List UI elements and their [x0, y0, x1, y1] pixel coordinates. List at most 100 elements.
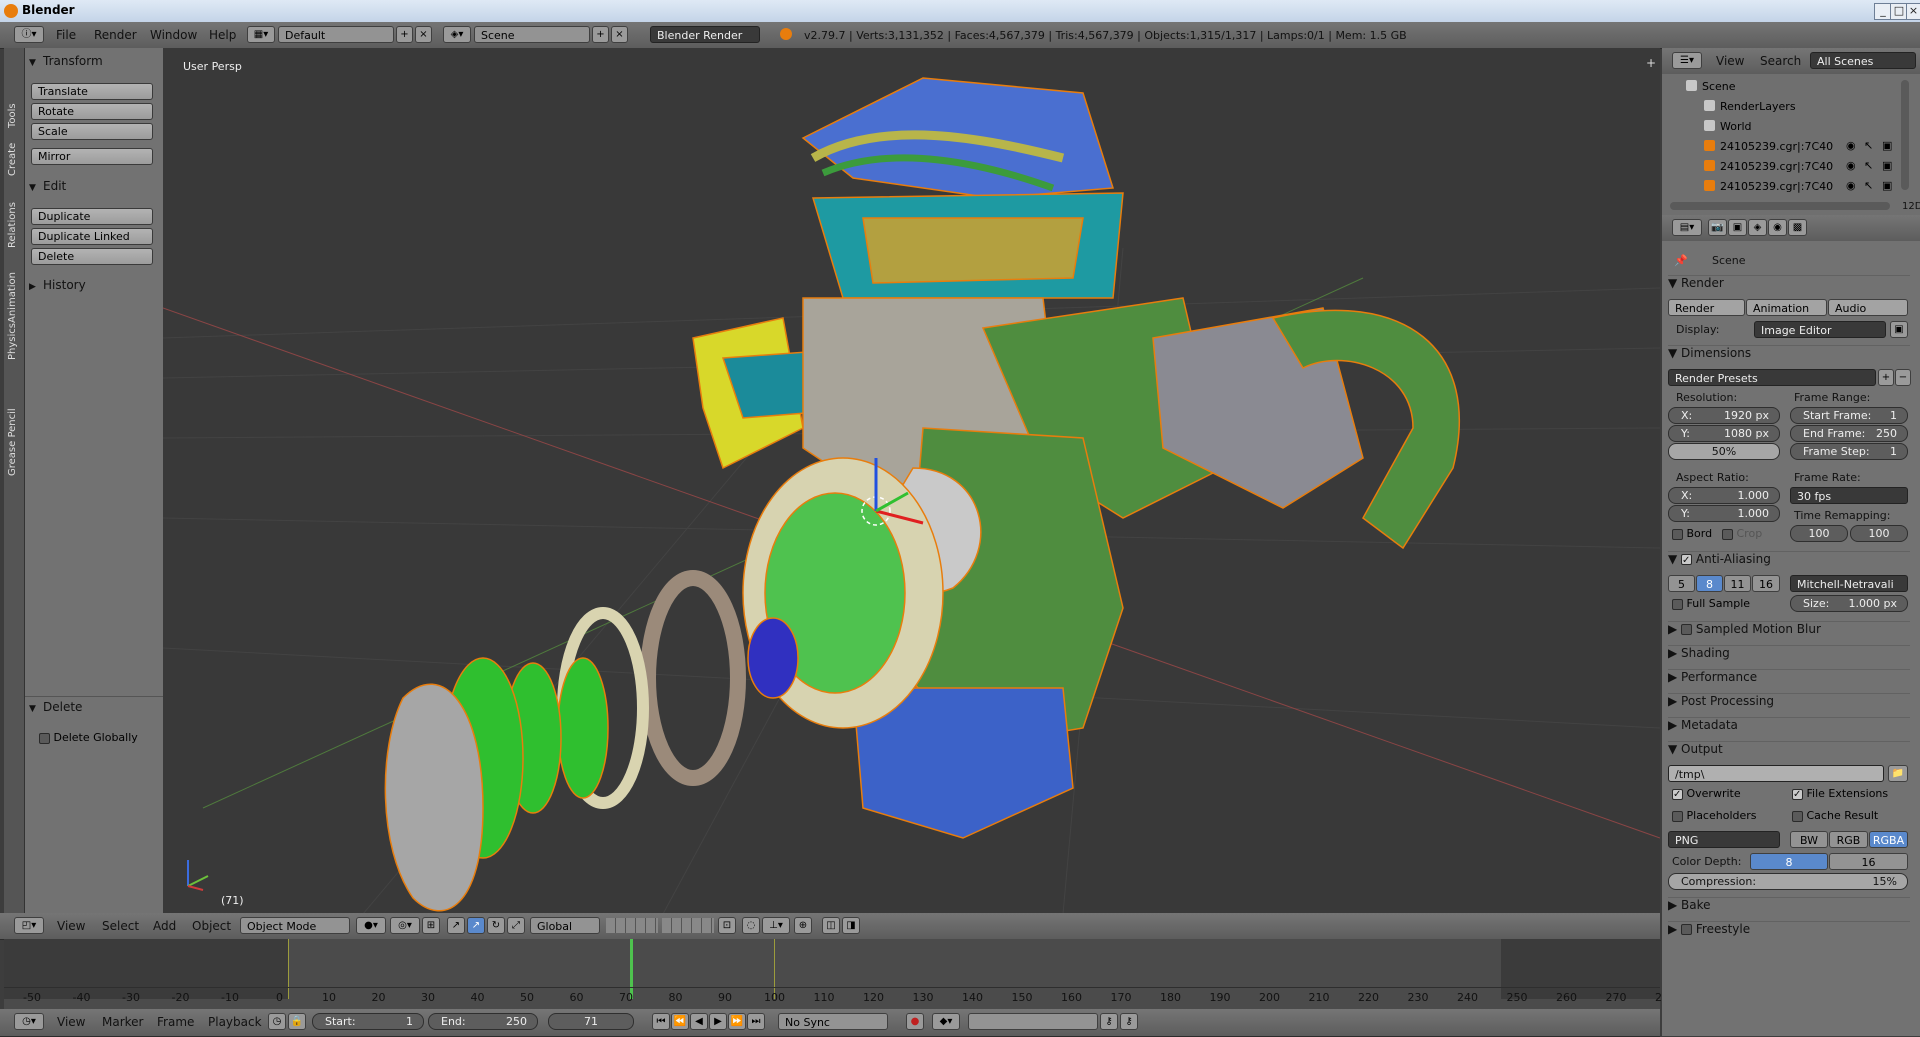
frame-step-field[interactable]: Frame Step: 1 [1790, 443, 1908, 460]
world-context-icon[interactable]: ◉ [1768, 219, 1787, 236]
outliner-item[interactable]: World [1662, 118, 1902, 136]
aa-samples-8[interactable]: 8 [1696, 575, 1723, 592]
engine-model[interactable] [692, 77, 1460, 839]
render-engine-dropdown[interactable]: Blender Render [650, 26, 760, 43]
render-context-icon[interactable]: 📷 [1708, 219, 1727, 236]
panel-history-header[interactable]: ▶ History [29, 278, 161, 296]
insert-keyframe-icon[interactable]: ⚷ [1100, 1013, 1118, 1030]
panel-bake-header[interactable]: ▶ Bake [1668, 897, 1910, 918]
output-path-field[interactable]: /tmp\ [1668, 765, 1884, 782]
play-icon[interactable]: ▶ [709, 1013, 727, 1030]
menu-playback[interactable]: Playback [208, 1015, 262, 1029]
menu-render[interactable]: Render [94, 28, 137, 42]
panel-shading-header[interactable]: ▶ Shading [1668, 645, 1910, 666]
panel-dimensions-header[interactable]: ▼ Dimensions [1668, 345, 1910, 366]
end-frame-field[interactable]: End Frame: 250 [1790, 425, 1908, 442]
scale-button[interactable]: Scale [31, 123, 153, 140]
viewport-shading-icon[interactable]: ●▾ [356, 917, 386, 934]
render-window-icon[interactable]: ▣ [1890, 321, 1908, 338]
aspect-x-field[interactable]: X: 1.000 [1668, 487, 1780, 504]
panel-transform-header[interactable]: ▼ Transform [29, 54, 161, 72]
animation-button[interactable]: Animation [1746, 299, 1827, 316]
resolution-percentage-slider[interactable]: 50% [1668, 443, 1780, 460]
horizontal-scrollbar[interactable] [1670, 202, 1890, 210]
opengl-render-icon[interactable]: ◨ [842, 917, 860, 934]
jump-end-icon[interactable]: ⏭ [747, 1013, 765, 1030]
close-button[interactable]: × [1906, 3, 1920, 20]
layer-buttons[interactable] [606, 918, 658, 933]
menu-frame[interactable]: Frame [157, 1015, 194, 1029]
layer-icon[interactable]: ⊞ [422, 917, 440, 934]
file-extensions-checkbox[interactable]: File Extensions [1792, 787, 1888, 800]
audio-button[interactable]: Audio [1828, 299, 1908, 316]
menu-object[interactable]: Object [192, 919, 231, 933]
color-depth-8[interactable]: 8 [1750, 853, 1828, 870]
color-bw-button[interactable]: BW [1790, 831, 1828, 848]
manipulator-icon[interactable]: ↗ [447, 917, 465, 934]
full-sample-checkbox[interactable]: Full Sample [1672, 597, 1750, 610]
render-presets-dropdown[interactable]: Render Presets [1668, 369, 1876, 386]
outliner-item[interactable]: Scene [1662, 78, 1902, 96]
compression-slider[interactable]: Compression: 15% [1668, 873, 1908, 890]
texture-context-icon[interactable]: ▩ [1788, 219, 1807, 236]
scene-field[interactable]: Scene [474, 26, 590, 43]
menu-help[interactable]: Help [209, 28, 236, 42]
rotate-manipulator-icon[interactable]: ↻ [487, 917, 505, 934]
playhead[interactable] [630, 939, 633, 999]
object-mode-dropdown[interactable]: Object Mode [240, 917, 350, 934]
visibility-eye-icon[interactable]: ◉ [1846, 139, 1856, 152]
outliner-item[interactable]: RenderLayers [1662, 98, 1902, 116]
render-button[interactable]: Render [1668, 299, 1745, 316]
snap-element-icon[interactable]: ⊥▾ [762, 917, 790, 934]
outliner-item[interactable]: 24105239.cgr|:7C40 ◉ ↖ ▣ [1662, 158, 1902, 176]
visibility-eye-icon[interactable]: ◉ [1846, 159, 1856, 172]
remove-screen-button[interactable]: × [415, 26, 432, 43]
sync-mode-dropdown[interactable]: No Sync [778, 1013, 888, 1030]
duplicate-button[interactable]: Duplicate [31, 208, 153, 225]
keying-set-field[interactable] [968, 1013, 1098, 1030]
menu-add[interactable]: Add [153, 919, 176, 933]
editor-type-icon[interactable]: ☰▾ [1672, 52, 1702, 69]
aa-samples-5[interactable]: 5 [1668, 575, 1695, 592]
time-remap-new-field[interactable]: 100 [1850, 525, 1908, 542]
pivot-point-icon[interactable]: ◎▾ [390, 917, 420, 934]
resolution-y-field[interactable]: Y: 1080 px [1668, 425, 1780, 442]
render-preview-icon[interactable]: ◫ [822, 917, 840, 934]
selectable-cursor-icon[interactable]: ↖ [1864, 159, 1873, 172]
tab-create[interactable]: Create [7, 143, 18, 176]
prev-keyframe-icon[interactable]: ⏪ [671, 1013, 689, 1030]
tab-tools[interactable]: Tools [7, 103, 18, 128]
menu-file[interactable]: File [56, 28, 76, 42]
crop-checkbox[interactable]: Crop [1722, 527, 1762, 540]
outliner-item[interactable]: 24105239.cgr|:7C40 ◉ ↖ ▣ [1662, 138, 1902, 156]
screen-layout-icon[interactable]: ▦▾ [247, 26, 275, 43]
mirror-button[interactable]: Mirror [31, 148, 153, 165]
panel-edit-header[interactable]: ▼ Edit [29, 179, 161, 197]
rotate-button[interactable]: Rotate [31, 103, 153, 120]
viewport-add-icon[interactable]: + [1646, 56, 1656, 70]
editor-type-icon[interactable]: ⓘ▾ [14, 26, 44, 43]
aa-size-field[interactable]: Size: 1.000 px [1790, 595, 1908, 612]
panel-metadata-header[interactable]: ▶ Metadata [1668, 717, 1910, 738]
panel-freestyle-header[interactable]: ▶ Freestyle [1668, 921, 1910, 942]
remove-scene-button[interactable]: × [611, 26, 628, 43]
overwrite-checkbox[interactable]: Overwrite [1672, 787, 1741, 800]
current-frame-field[interactable]: 71 [548, 1013, 634, 1030]
panel-output-header[interactable]: ▼ Output [1668, 741, 1910, 762]
translate-manipulator-icon[interactable]: ↗ [467, 917, 485, 934]
timeline[interactable]: -50 -40 -30 -20 -10 0 10 20 30 40 50 60 70 80 90 100 110… [4, 939, 1676, 1009]
border-checkbox[interactable]: Bord [1672, 527, 1712, 540]
menu-window[interactable]: Window [150, 28, 197, 42]
lock-icon[interactable]: 🔒 [288, 1013, 306, 1030]
panel-anti-aliasing-header[interactable]: ▼ Anti-Aliasing [1668, 551, 1910, 572]
duplicate-linked-button[interactable]: Duplicate Linked [31, 228, 153, 245]
remove-preset-button[interactable]: − [1895, 369, 1911, 386]
layer-buttons[interactable] [662, 918, 714, 933]
lock-layers-icon[interactable]: ⊡ [718, 917, 736, 934]
menu-view[interactable]: View [57, 919, 85, 933]
render-camera-icon[interactable]: ▣ [1882, 159, 1892, 172]
editor-type-icon[interactable]: ▤▾ [1672, 219, 1702, 236]
menu-marker[interactable]: Marker [102, 1015, 143, 1029]
jump-start-icon[interactable]: ⏮ [652, 1013, 670, 1030]
render-layers-context-icon[interactable]: ▣ [1728, 219, 1747, 236]
